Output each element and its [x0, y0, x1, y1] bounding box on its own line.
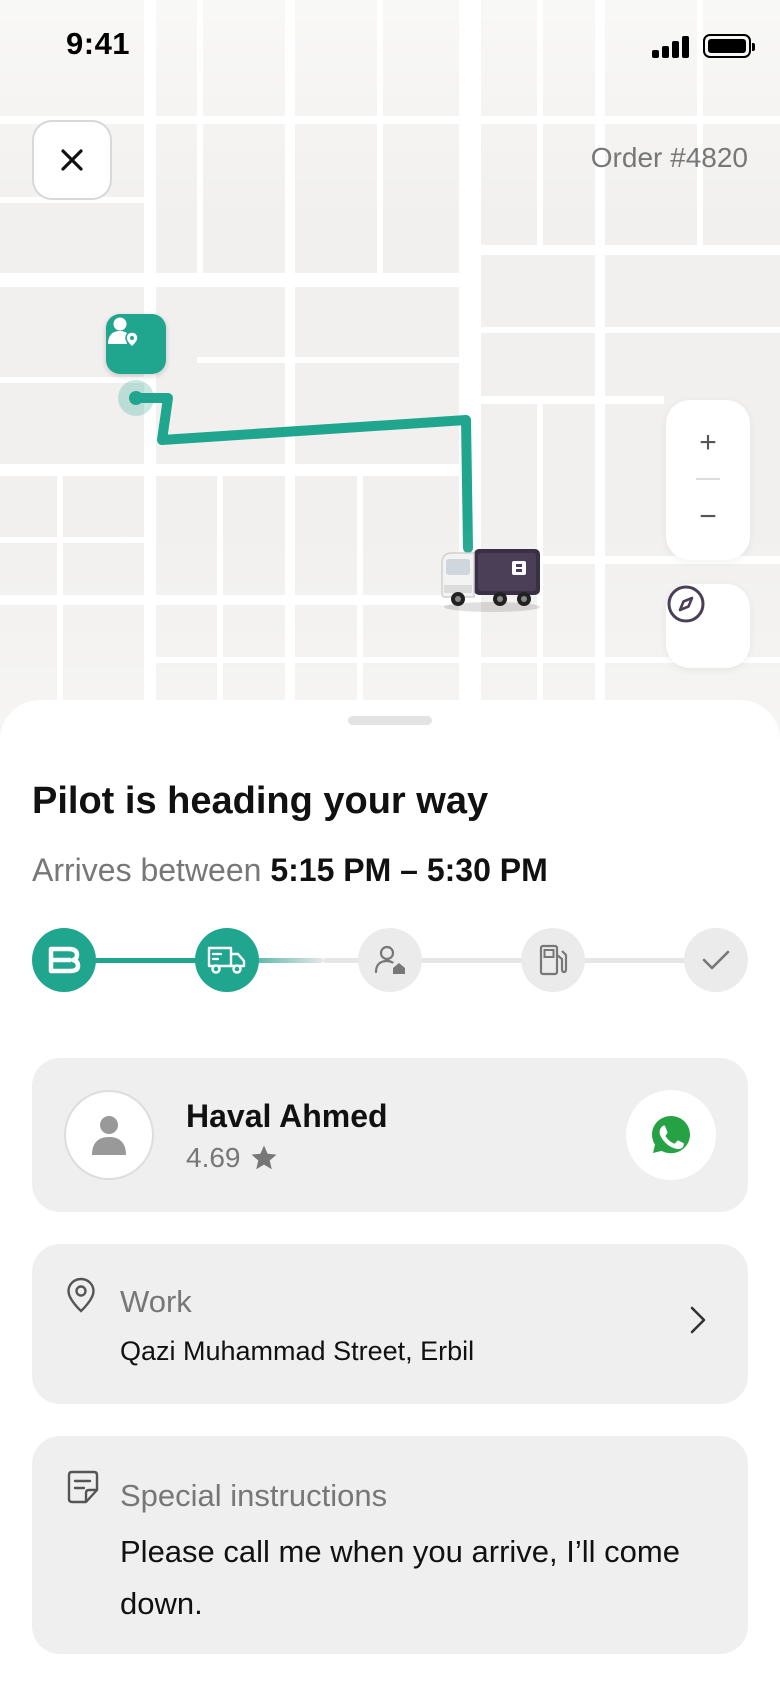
driver-rating: 4.69 — [186, 1142, 279, 1174]
cellular-signal-icon — [652, 34, 690, 58]
order-number: Order #4820 — [590, 142, 748, 173]
driver-rating-value: 4.69 — [186, 1142, 241, 1173]
special-instructions-text: Please call me when you arrive, I’ll com… — [120, 1534, 680, 1621]
eta-text: Arrives between 5:15 PM – 5:30 PM — [32, 852, 548, 889]
tracking-title: Pilot is heading your way — [32, 780, 489, 822]
truck-icon — [207, 946, 246, 974]
address-label: Work — [120, 1284, 192, 1319]
step-on-the-way — [195, 928, 259, 992]
zoom-in-button[interactable]: + — [666, 408, 750, 478]
delivery-truck-icon — [441, 549, 540, 612]
whatsapp-icon — [652, 1116, 690, 1154]
sheet-grabber[interactable] — [348, 716, 432, 725]
user-home-icon — [374, 945, 405, 974]
close-icon — [61, 149, 83, 171]
eta-prefix: Arrives between — [32, 852, 262, 888]
status-time: 9:41 — [66, 26, 131, 61]
address-value: Qazi Muhammad Street, Erbil — [120, 1336, 475, 1366]
person-icon — [92, 1116, 126, 1155]
destination-dot — [118, 380, 154, 416]
eta-window: 5:15 PM – 5:30 PM — [270, 852, 548, 888]
tracking-sheet: Pilot is heading your way Arrives betwee… — [0, 700, 780, 1688]
special-instructions-card: Special instructions Please call me when… — [32, 1436, 748, 1654]
battery-icon — [703, 34, 755, 58]
fuel-pump-icon — [539, 944, 568, 976]
check-icon — [702, 950, 730, 970]
driver-name: Haval Ahmed — [186, 1098, 388, 1134]
zoom-divider — [696, 478, 720, 480]
order-progress — [32, 928, 748, 992]
address-card[interactable]: Work Qazi Muhammad Street, Erbil — [32, 1244, 748, 1404]
status-bar: 9:41 — [0, 0, 780, 92]
brand-b-icon — [48, 946, 81, 974]
driver-card: Haval Ahmed 4.69 — [32, 1058, 748, 1212]
note-icon — [67, 1470, 99, 1504]
location-pin-icon — [67, 1277, 95, 1313]
chevron-right-icon — [690, 1306, 706, 1334]
zoom-out-label: − — [699, 500, 717, 533]
compass-icon — [667, 585, 705, 623]
step-order-placed — [32, 928, 96, 992]
zoom-out-button[interactable]: − — [666, 482, 750, 552]
driver-avatar — [64, 1090, 154, 1180]
destination-pin[interactable] — [106, 314, 166, 374]
zoom-in-label: + — [699, 426, 717, 459]
step-delivered — [684, 928, 748, 992]
recenter-button[interactable] — [666, 584, 750, 668]
user-location-icon — [108, 317, 139, 348]
delivery-truck-marker[interactable] — [440, 545, 544, 613]
whatsapp-button[interactable] — [626, 1090, 716, 1180]
zoom-control: + − — [666, 400, 750, 560]
map-view[interactable]: + − — [0, 0, 780, 740]
star-icon — [251, 1145, 276, 1170]
step-fueling — [521, 928, 585, 992]
step-arrived — [358, 928, 422, 992]
close-button[interactable] — [32, 120, 112, 200]
special-instructions-label: Special instructions — [120, 1478, 388, 1513]
